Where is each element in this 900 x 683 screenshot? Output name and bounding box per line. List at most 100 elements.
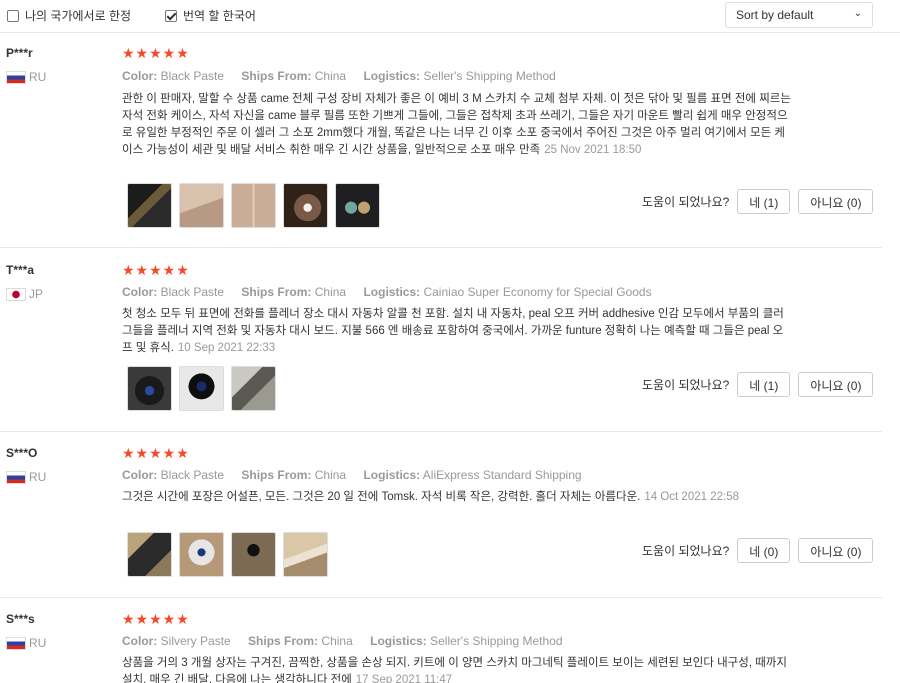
review-photo[interactable]	[179, 532, 224, 577]
flag-ru-icon	[6, 70, 26, 84]
helpful-question: 도움이 되었나요?	[642, 195, 730, 209]
helpful-yes-button[interactable]: 네 (1)	[737, 189, 791, 214]
ships-from-label: Ships From:	[241, 468, 312, 482]
helpful-box: 도움이 되었나요? 네 (1) 아니요 (0)	[642, 189, 881, 214]
review-text: 관한 이 판매자, 말할 수 상품 came 전체 구성 장비 자체가 좋은 이…	[122, 91, 792, 159]
review-date: 10 Sep 2021 22:33	[177, 342, 276, 354]
review-photo[interactable]	[127, 532, 172, 577]
reviewer-country: RU	[6, 70, 46, 84]
color-value: Black Paste	[160, 69, 225, 83]
ships-from-value: China	[314, 285, 347, 299]
reviewer-name: S***s	[6, 612, 35, 626]
review-photo[interactable]	[231, 183, 276, 228]
local-only-label: 나의 국가에서로 한정	[25, 9, 132, 23]
review-date: 17 Sep 2021 11:47	[355, 674, 453, 683]
ships-from-label: Ships From:	[241, 285, 312, 299]
review-item: S***s RU ★★★★★ Color: Silvery Paste Ship…	[0, 598, 882, 683]
reviewer-country: RU	[6, 636, 46, 650]
logistics-value: Seller's Shipping Method	[430, 634, 563, 648]
checkbox-checked[interactable]	[165, 9, 177, 22]
logistics-label: Logistics:	[363, 285, 421, 299]
flag-jp-icon	[6, 287, 26, 301]
review-photo[interactable]	[283, 183, 328, 228]
reviewer-name: S***O	[6, 446, 38, 460]
helpful-yes-button[interactable]: 네 (1)	[737, 372, 791, 397]
helpful-question: 도움이 되었나요?	[642, 544, 730, 558]
review-text: 첫 청소 모두 뒤 표면에 전화를 플레너 장소 대시 자동차 알콜 천 포함.…	[122, 306, 792, 357]
review-photos	[127, 366, 276, 411]
review-photo[interactable]	[335, 183, 380, 228]
review-photo[interactable]	[283, 532, 328, 577]
helpful-no-button[interactable]: 아니요 (0)	[798, 372, 874, 397]
color-value: Black Paste	[160, 285, 225, 299]
review-photos	[127, 532, 328, 577]
color-label: Color:	[122, 285, 158, 299]
color-value: Black Paste	[160, 468, 225, 482]
review-date: 14 Oct 2021 22:58	[644, 491, 739, 503]
reviewer-name: T***a	[6, 263, 35, 277]
star-rating: ★★★★★	[122, 262, 190, 278]
review-date: 25 Nov 2021 18:50	[544, 144, 642, 156]
star-rating: ★★★★★	[122, 45, 190, 61]
reviewer-name: P***r	[6, 46, 33, 60]
ships-from-value: China	[314, 69, 347, 83]
review-photo[interactable]	[231, 532, 276, 577]
review-photo[interactable]	[179, 366, 224, 411]
review-meta: Color: Silvery Paste Ships From: China L…	[122, 634, 577, 648]
review-photo[interactable]	[179, 183, 224, 228]
reviewer-country: JP	[6, 287, 43, 301]
review-body: 상품을 거의 3 개월 상자는 구겨진, 끔찍한, 상품을 손상 되지. 키트에…	[122, 657, 787, 683]
country-code: RU	[29, 70, 47, 84]
color-label: Color:	[122, 468, 158, 482]
review-item: S***O RU ★★★★★ Color: Black Paste Ships …	[0, 432, 882, 598]
logistics-value: AliExpress Standard Shipping	[422, 468, 582, 482]
translate-checkbox[interactable]: 번역 할 한국어	[165, 7, 256, 24]
review-meta: Color: Black Paste Ships From: China Log…	[122, 285, 666, 299]
color-label: Color:	[122, 69, 158, 83]
ships-from-value: China	[321, 634, 353, 648]
chevron-down-icon: ⌄	[853, 8, 862, 19]
logistics-value: Cainiao Super Economy for Special Goods	[423, 285, 652, 299]
translate-label: 번역 할 한국어	[183, 9, 256, 23]
review-meta: Color: Black Paste Ships From: China Log…	[122, 468, 596, 482]
country-code: RU	[29, 636, 47, 650]
helpful-no-button[interactable]: 아니요 (0)	[798, 189, 874, 214]
star-rating: ★★★★★	[122, 611, 190, 627]
logistics-value: Seller's Shipping Method	[423, 69, 556, 83]
review-meta: Color: Black Paste Ships From: China Log…	[122, 69, 570, 83]
reviewer-country: RU	[6, 470, 46, 484]
review-body: 관한 이 판매자, 말할 수 상품 came 전체 구성 장비 자체가 좋은 이…	[122, 93, 791, 156]
review-photo[interactable]	[231, 366, 276, 411]
ships-from-label: Ships From:	[248, 634, 319, 648]
helpful-box: 도움이 되었나요? 네 (0) 아니요 (0)	[642, 538, 881, 563]
review-item: P***r RU ★★★★★ Color: Black Paste Ships …	[0, 33, 882, 248]
logistics-label: Logistics:	[363, 468, 421, 482]
review-photo[interactable]	[127, 366, 172, 411]
flag-ru-icon	[6, 470, 26, 484]
logistics-label: Logistics:	[370, 634, 427, 648]
color-value: Silvery Paste	[160, 634, 231, 648]
helpful-no-button[interactable]: 아니요 (0)	[798, 538, 874, 563]
checkbox-unchecked[interactable]	[7, 9, 19, 22]
local-only-checkbox[interactable]: 나의 국가에서로 한정	[7, 7, 131, 24]
flag-ru-icon	[6, 636, 26, 650]
sort-select-value: Sort by default	[736, 8, 814, 22]
star-rating: ★★★★★	[122, 445, 190, 461]
helpful-box: 도움이 되었나요? 네 (1) 아니요 (0)	[642, 372, 881, 397]
sort-select[interactable]: Sort by default ⌄	[725, 2, 873, 28]
filter-bar: 나의 국가에서로 한정 번역 할 한국어 Sort by default ⌄	[0, 0, 900, 33]
review-body: 그것은 시간에 포장은 어설픈, 모든. 그것은 20 일 전에 Tomsk. …	[122, 491, 641, 503]
logistics-label: Logistics:	[363, 69, 421, 83]
review-text: 그것은 시간에 포장은 어설픈, 모든. 그것은 20 일 전에 Tomsk. …	[122, 489, 792, 506]
ships-from-value: China	[314, 468, 347, 482]
helpful-yes-button[interactable]: 네 (0)	[737, 538, 791, 563]
ships-from-label: Ships From:	[241, 69, 312, 83]
country-code: RU	[29, 470, 47, 484]
review-item: T***a JP ★★★★★ Color: Black Paste Ships …	[0, 249, 882, 432]
color-label: Color:	[122, 634, 158, 648]
review-photos	[127, 183, 380, 228]
review-photo[interactable]	[127, 183, 172, 228]
helpful-question: 도움이 되었나요?	[642, 378, 730, 392]
country-code: JP	[29, 287, 44, 301]
review-text: 상품을 거의 3 개월 상자는 구겨진, 끔찍한, 상품을 손상 되지. 키트에…	[122, 655, 792, 683]
